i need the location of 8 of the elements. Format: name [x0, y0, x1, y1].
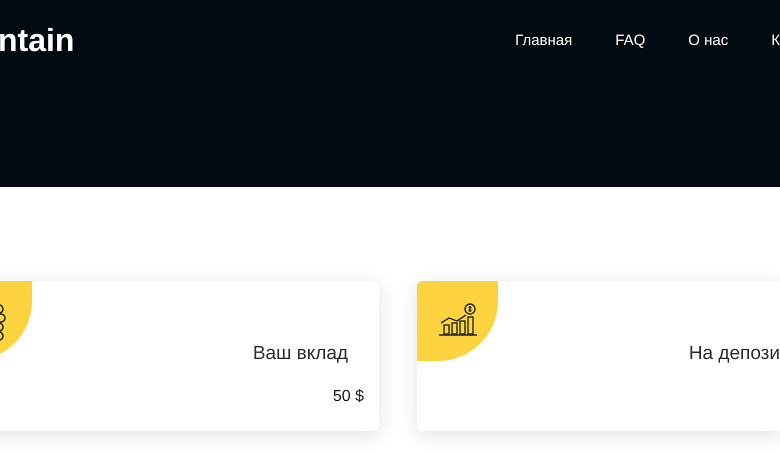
card-title: Ваш вклад: [252, 344, 348, 363]
nav-link[interactable]: FAQ: [615, 30, 646, 52]
nav-link[interactable]: О нас: [688, 30, 728, 52]
card-title: На депози: [688, 344, 780, 363]
card-value: 50 $: [332, 389, 364, 405]
nav-link[interactable]: К: [771, 30, 780, 52]
logo: ntain: [0, 24, 74, 56]
nav-link[interactable]: Главная: [515, 30, 572, 52]
